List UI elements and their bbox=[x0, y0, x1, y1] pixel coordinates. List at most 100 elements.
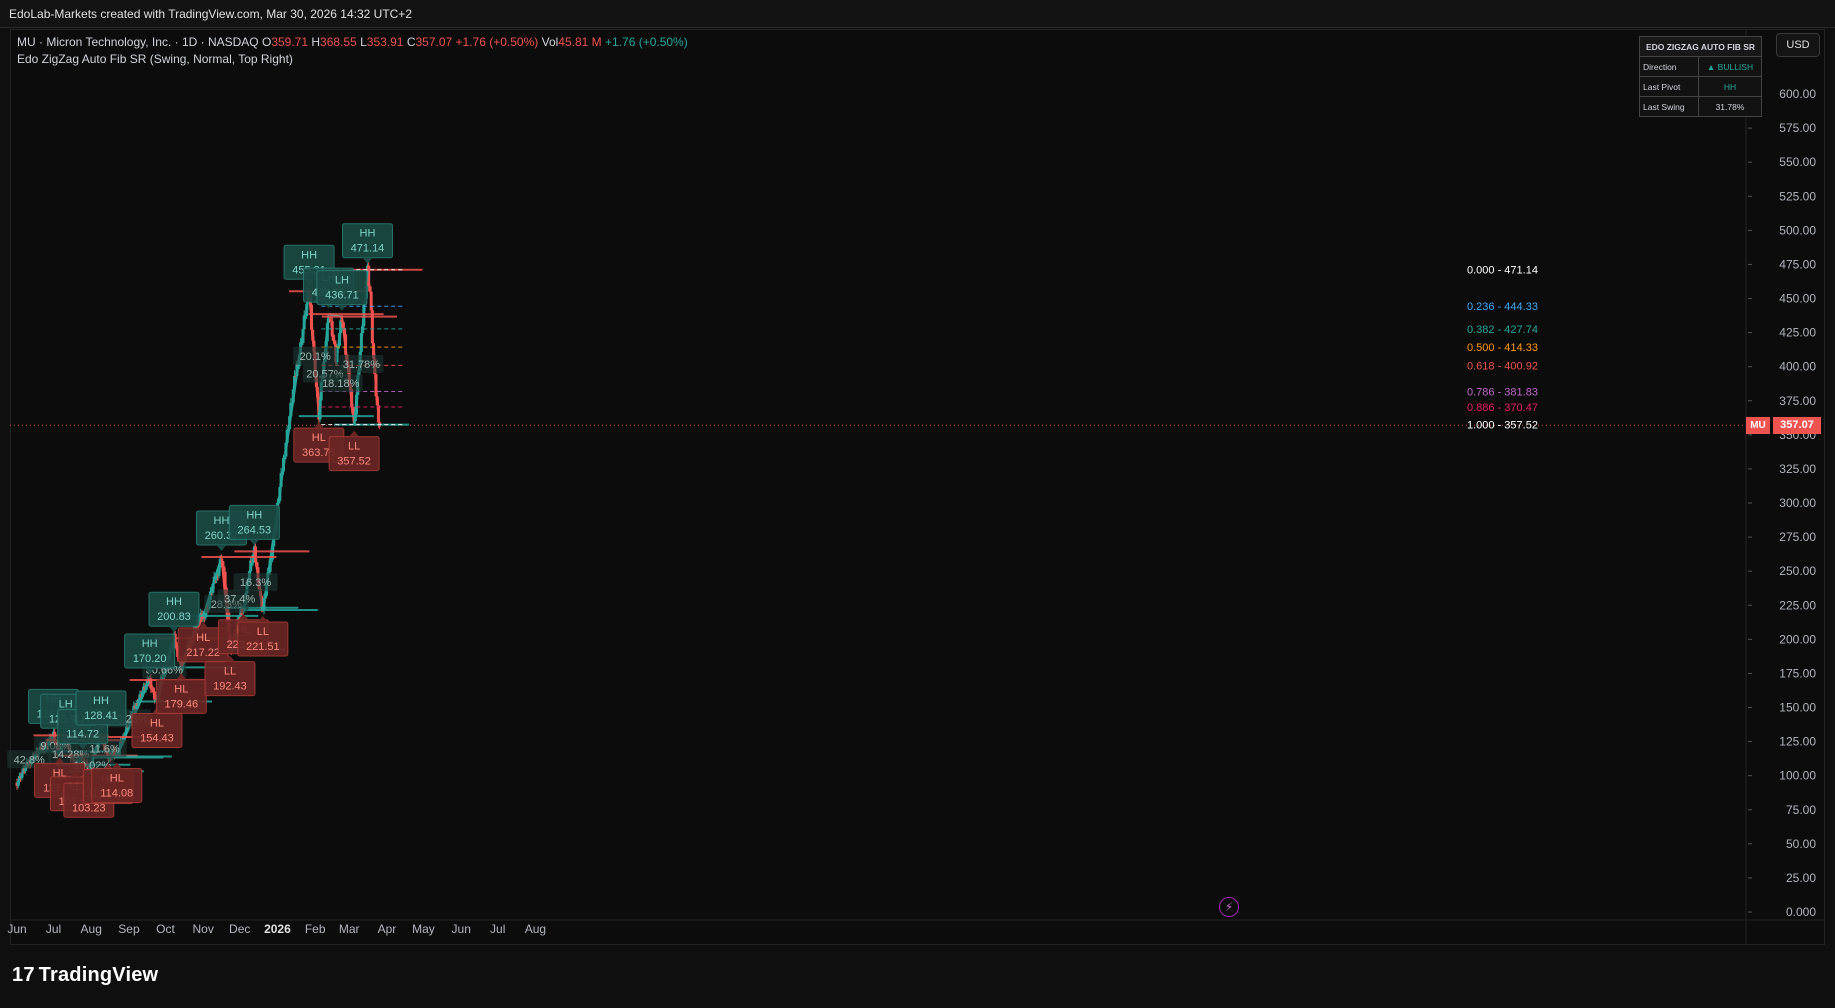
pivot-type-label: HH bbox=[142, 638, 158, 650]
fib-level-label: 1.000 - 357.52 bbox=[1467, 420, 1538, 432]
vol-label: Vol bbox=[541, 35, 559, 49]
y-tick-label: 0.000 bbox=[1786, 905, 1816, 919]
fib-level-label: 0.886 - 370.47 bbox=[1467, 402, 1538, 414]
y-tick-label: 75.00 bbox=[1786, 803, 1816, 817]
pivot-label-pointer bbox=[216, 545, 227, 552]
pivot-value-label: 357.52 bbox=[337, 456, 371, 468]
pivot-label-pointer bbox=[168, 626, 179, 633]
pivot-type-label: HL bbox=[174, 683, 188, 695]
pivot-label-pointer bbox=[257, 616, 268, 623]
close-value: 357.07 bbox=[415, 35, 453, 49]
pivot-type-label: LL bbox=[348, 441, 360, 453]
pivot-value-label: 128.41 bbox=[84, 710, 118, 722]
pivot-value-label: 221.51 bbox=[246, 641, 280, 653]
x-tick-label: Mar bbox=[339, 922, 360, 936]
fib-level-label: 0.000 - 471.14 bbox=[1467, 265, 1538, 277]
pivot-label-pointer bbox=[362, 257, 373, 264]
y-tick-label: 250.00 bbox=[1779, 564, 1816, 578]
swing-pct-label: 18.18% bbox=[322, 378, 360, 390]
y-tick-label: 125.00 bbox=[1779, 735, 1816, 749]
open-value: 359.71 bbox=[271, 35, 309, 49]
y-tick-label: 50.00 bbox=[1786, 837, 1816, 851]
x-tick-label: May bbox=[412, 922, 435, 936]
pivot-value-label: 200.83 bbox=[157, 611, 191, 623]
last-price-tag: 357.07 bbox=[1773, 417, 1821, 434]
x-tick-label: Jul bbox=[46, 922, 61, 936]
pivot-type-label: HH bbox=[214, 515, 230, 527]
swing-pct-label: 31.78% bbox=[343, 359, 381, 371]
currency-button[interactable]: USD bbox=[1776, 33, 1820, 57]
x-tick-label: 2026 bbox=[264, 922, 291, 936]
info-swing-label: Last Swing bbox=[1639, 96, 1699, 117]
pivot-type-label: HH bbox=[301, 249, 317, 261]
pivot-value-label: 170.20 bbox=[133, 653, 167, 665]
x-tick-label: Dec bbox=[229, 922, 250, 936]
low-value: 353.91 bbox=[366, 35, 404, 49]
vol-change-value: +1.76 (+0.50%) bbox=[605, 35, 688, 49]
pivot-value-label: 114.08 bbox=[100, 787, 133, 799]
pivot-value-label: 436.71 bbox=[325, 290, 359, 302]
fib-level-label: 0.382 - 427.74 bbox=[1467, 324, 1538, 336]
y-tick-label: 225.00 bbox=[1779, 598, 1816, 612]
pivot-value-label: 154.43 bbox=[140, 732, 174, 744]
pivot-type-label: LH bbox=[59, 698, 73, 710]
indicator-name: Edo ZigZag Auto Fib SR (Swing, Normal, T… bbox=[17, 52, 293, 66]
info-pivot-label: Last Pivot bbox=[1639, 76, 1699, 97]
symbol-tag: MU bbox=[1746, 417, 1770, 434]
x-tick-label: Jun bbox=[452, 922, 471, 936]
pivot-type-label: HL bbox=[196, 632, 210, 644]
y-tick-label: 400.00 bbox=[1779, 360, 1816, 374]
pivot-type-label: HH bbox=[166, 596, 182, 608]
swing-pct-label: 11.6% bbox=[89, 743, 120, 755]
y-tick-label: 525.00 bbox=[1779, 189, 1816, 203]
y-tick-label: 150.00 bbox=[1779, 701, 1816, 715]
swing-pct-label: 16.3% bbox=[240, 577, 271, 589]
pivot-type-label: HH bbox=[93, 695, 109, 707]
pivot-label-pointer bbox=[336, 304, 347, 311]
info-pivot-value: HH bbox=[1698, 76, 1762, 97]
pivot-value-label: 264.53 bbox=[237, 524, 271, 536]
price-chart[interactable]: 0.000 25.00 50.00 75.00 100.00 125.00 150.00 17… bbox=[0, 0, 1835, 1008]
symbol-legend[interactable]: MU · Micron Technology, Inc. · 1D · NASD… bbox=[17, 35, 688, 49]
y-tick-label: 375.00 bbox=[1779, 394, 1816, 408]
y-tick-label: 300.00 bbox=[1779, 496, 1816, 510]
y-tick-label: 500.00 bbox=[1779, 223, 1816, 237]
pivot-value-label: 471.14 bbox=[351, 243, 385, 255]
change-value: +1.76 (+0.50%) bbox=[455, 35, 539, 49]
pivot-value-label: 114.72 bbox=[66, 729, 99, 741]
y-tick-label: 325.00 bbox=[1779, 462, 1816, 476]
indicator-info-table: EDO ZIGZAG AUTO FIB SR Direction ▲ BULLI… bbox=[1639, 36, 1762, 117]
logo-text: TradingView bbox=[38, 964, 159, 986]
logo-mark: 17 bbox=[12, 964, 35, 986]
high-value: 368.55 bbox=[320, 35, 357, 49]
candle-body bbox=[370, 310, 374, 344]
fib-level-label: 0.500 - 414.33 bbox=[1467, 342, 1538, 354]
pivot-type-label: HH bbox=[360, 228, 376, 240]
y-tick-label: 475.00 bbox=[1779, 257, 1816, 271]
fib-level-label: 0.236 - 444.33 bbox=[1467, 301, 1538, 313]
pivot-type-label: HL bbox=[150, 717, 164, 729]
pivot-value-label: 179.46 bbox=[164, 698, 198, 710]
symbol-info: MU · Micron Technology, Inc. · 1D · NASD… bbox=[17, 35, 259, 49]
flash-icon[interactable]: ⚡ bbox=[1219, 897, 1239, 917]
x-tick-label: Nov bbox=[193, 922, 214, 936]
high-label: H bbox=[311, 35, 321, 49]
info-direction-value: ▲ BULLISH bbox=[1698, 56, 1762, 77]
indicator-legend[interactable]: Edo ZigZag Auto Fib SR (Swing, Normal, T… bbox=[17, 52, 293, 66]
x-tick-label: Apr bbox=[378, 922, 397, 936]
swing-pct-label: 37.4% bbox=[224, 593, 255, 605]
info-direction-label: Direction bbox=[1639, 56, 1699, 77]
y-tick-label: 600.00 bbox=[1779, 87, 1816, 101]
pivot-value-label: 103.23 bbox=[72, 802, 106, 814]
y-tick-label: 175.00 bbox=[1779, 666, 1816, 680]
pivot-value-label: 217.22 bbox=[186, 647, 220, 659]
x-tick-label: Jun bbox=[7, 922, 26, 936]
y-tick-label: 200.00 bbox=[1779, 632, 1816, 646]
pivot-type-label: HL bbox=[110, 772, 124, 784]
x-tick-label: Aug bbox=[81, 922, 102, 936]
tradingview-logo[interactable]: 17 TradingView bbox=[12, 964, 158, 987]
y-tick-label: 25.00 bbox=[1786, 871, 1816, 885]
y-tick-label: 550.00 bbox=[1779, 155, 1816, 169]
pivot-label-pointer bbox=[249, 539, 260, 546]
x-tick-label: Oct bbox=[156, 922, 175, 936]
